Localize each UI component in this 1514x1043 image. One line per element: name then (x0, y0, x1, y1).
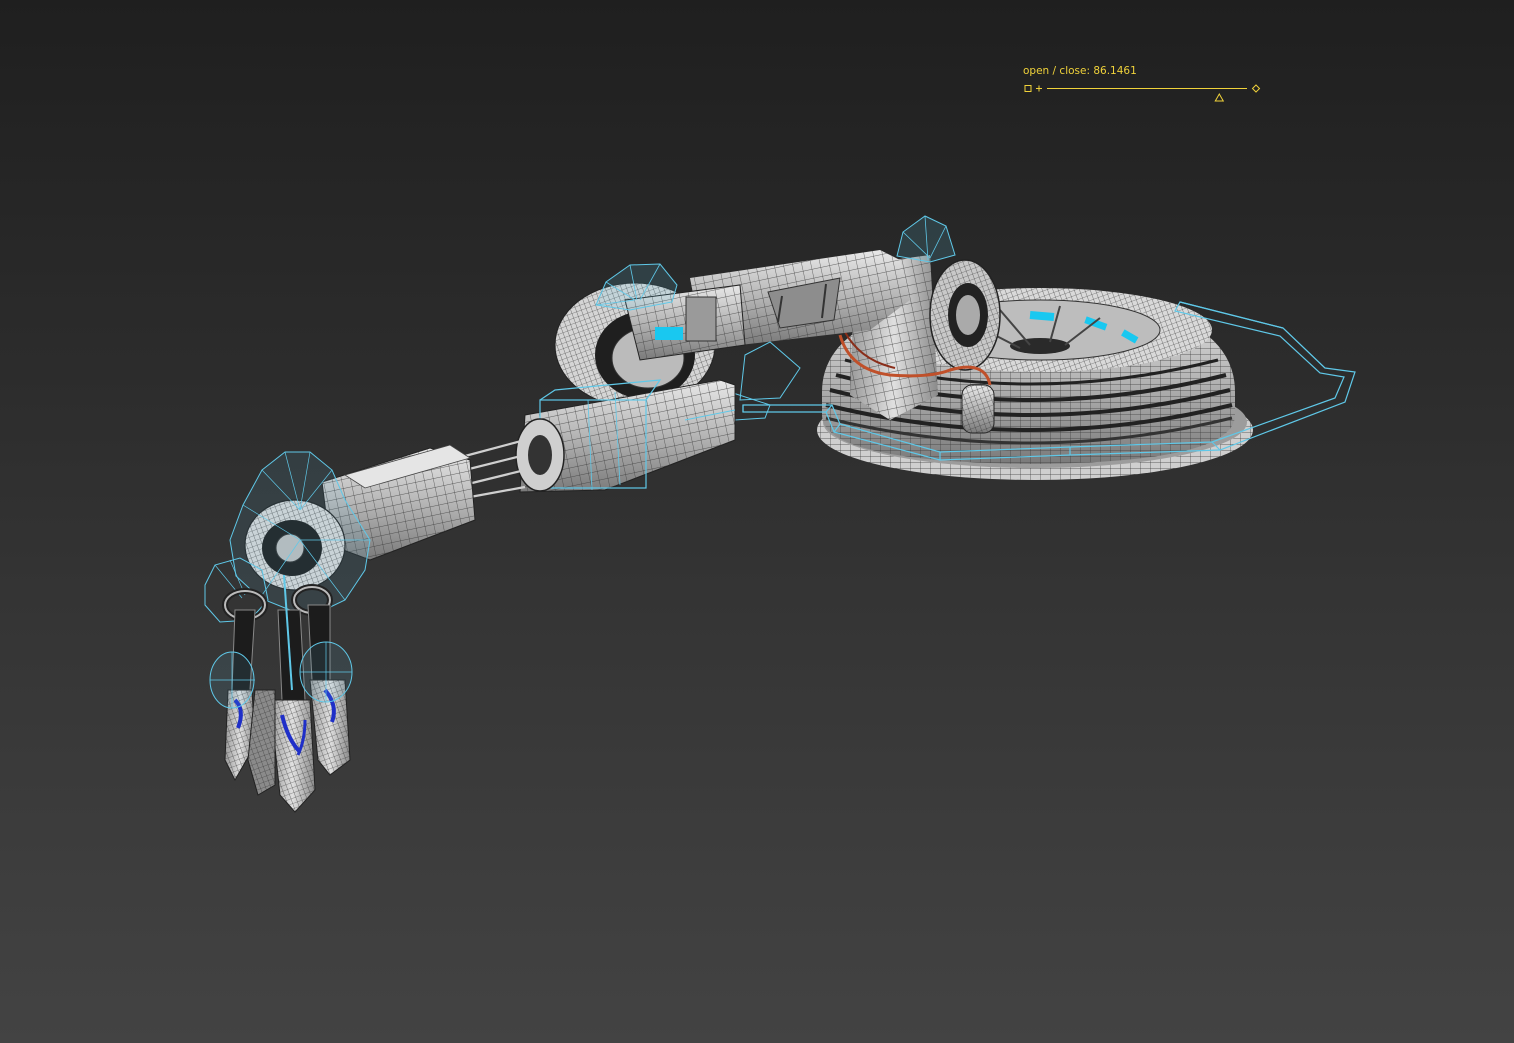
forearm-block (515, 379, 736, 493)
triangle-handle-icon[interactable] (1214, 92, 1225, 102)
diamond-end-icon[interactable] (1251, 84, 1261, 93)
hand-fingers (209, 574, 353, 813)
open-close-slider-manipulator[interactable]: open / close: 86.1461 (1018, 63, 1268, 109)
plus-icon[interactable] (1036, 85, 1042, 92)
reset-square-icon[interactable] (1024, 85, 1032, 92)
perspective-viewport[interactable]: open / close: 86.1461 (0, 0, 1514, 1043)
robot-arm-scene[interactable] (0, 0, 1514, 1043)
